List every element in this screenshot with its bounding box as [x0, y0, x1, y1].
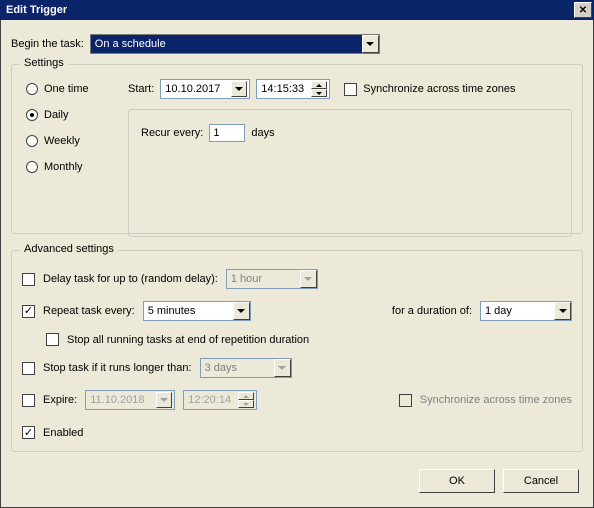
radio-one-time[interactable]: One time [26, 83, 110, 95]
recur-unit: days [251, 127, 274, 139]
dialog-body: Begin the task: On a schedule Settings O… [0, 20, 594, 508]
stopif-combo: 3 days [200, 358, 292, 378]
expire-sync-label: Synchronize across time zones [420, 394, 572, 406]
chevron-down-icon [156, 392, 172, 408]
titlebar[interactable]: Edit Trigger ✕ [0, 0, 594, 20]
stop-all-checkbox[interactable] [46, 333, 59, 346]
stop-all-label: Stop all running tasks at end of repetit… [67, 334, 309, 346]
button-bar: OK Cancel [419, 469, 579, 493]
chevron-down-icon [233, 302, 250, 320]
close-button[interactable]: ✕ [574, 2, 592, 18]
start-time-value: 14:15:33 [261, 83, 309, 95]
start-label: Start: [128, 83, 154, 95]
repeat-value: 5 minutes [148, 305, 229, 317]
start-time-input[interactable]: 14:15:33 [256, 79, 330, 99]
radio-daily[interactable]: Daily [26, 109, 110, 121]
chevron-down-icon [300, 270, 317, 288]
delay-value: 1 hour [231, 273, 296, 285]
duration-label: for a duration of: [392, 305, 472, 317]
cancel-label: Cancel [524, 475, 558, 487]
repeat-label: Repeat task every: [43, 305, 135, 317]
close-icon: ✕ [579, 5, 587, 16]
ok-button[interactable]: OK [419, 469, 495, 493]
chevron-down-icon [362, 35, 379, 53]
radio-label: Daily [44, 109, 68, 121]
stopif-label: Stop task if it runs longer than: [43, 362, 192, 374]
delay-checkbox[interactable] [22, 273, 35, 286]
radio-icon [26, 109, 38, 121]
recur-label: Recur every: [141, 127, 203, 139]
radio-label: Monthly [44, 161, 83, 173]
frequency-radios: One time Daily Weekly Monthly [22, 75, 118, 237]
begin-task-value: On a schedule [95, 38, 358, 50]
expire-checkbox[interactable] [22, 394, 35, 407]
stopif-checkbox[interactable] [22, 362, 35, 375]
radio-icon [26, 135, 38, 147]
duration-value: 1 day [485, 305, 550, 317]
radio-label: One time [44, 83, 89, 95]
begin-task-combo[interactable]: On a schedule [90, 34, 380, 54]
cancel-button[interactable]: Cancel [503, 469, 579, 493]
radio-label: Weekly [44, 135, 80, 147]
delay-label: Delay task for up to (random delay): [43, 273, 218, 285]
start-date-value: 10.10.2017 [165, 83, 229, 95]
radio-icon [26, 161, 38, 173]
expire-time-input: 12:20:14 [183, 390, 257, 410]
advanced-group: Advanced settings Delay task for up to (… [11, 250, 583, 452]
advanced-legend: Advanced settings [20, 243, 118, 255]
repeat-combo[interactable]: 5 minutes [143, 301, 251, 321]
stopif-value: 3 days [205, 362, 270, 374]
repeat-checkbox[interactable]: ✓ [22, 305, 35, 318]
expire-date-value: 11.10.2018 [90, 394, 154, 406]
recur-group: Recur every: 1 days [128, 109, 572, 237]
begin-task-label: Begin the task: [11, 38, 84, 50]
expire-time-value: 12:20:14 [188, 394, 236, 406]
window-title: Edit Trigger [6, 4, 67, 16]
expire-date-input: 11.10.2018 [85, 390, 175, 410]
radio-weekly[interactable]: Weekly [26, 135, 110, 147]
chevron-down-icon [554, 302, 571, 320]
radio-monthly[interactable]: Monthly [26, 161, 110, 173]
duration-combo[interactable]: 1 day [480, 301, 572, 321]
delay-combo: 1 hour [226, 269, 318, 289]
enabled-checkbox[interactable]: ✓ [22, 426, 35, 439]
settings-legend: Settings [20, 57, 68, 69]
start-date-input[interactable]: 10.10.2017 [160, 79, 250, 99]
radio-icon [26, 83, 38, 95]
chevron-down-icon [231, 81, 247, 97]
expire-sync-checkbox [399, 394, 412, 407]
recur-input[interactable]: 1 [209, 124, 245, 142]
sync-tz-checkbox[interactable] [344, 83, 357, 96]
expire-label: Expire: [43, 394, 77, 406]
time-spinner [238, 392, 254, 408]
ok-label: OK [449, 475, 465, 487]
chevron-down-icon [274, 359, 291, 377]
settings-group: Settings One time Daily Weekly Monthly [11, 64, 583, 234]
enabled-label: Enabled [43, 427, 83, 439]
sync-tz-label: Synchronize across time zones [363, 83, 515, 95]
time-spinner[interactable] [311, 81, 327, 97]
recur-value: 1 [213, 127, 219, 139]
